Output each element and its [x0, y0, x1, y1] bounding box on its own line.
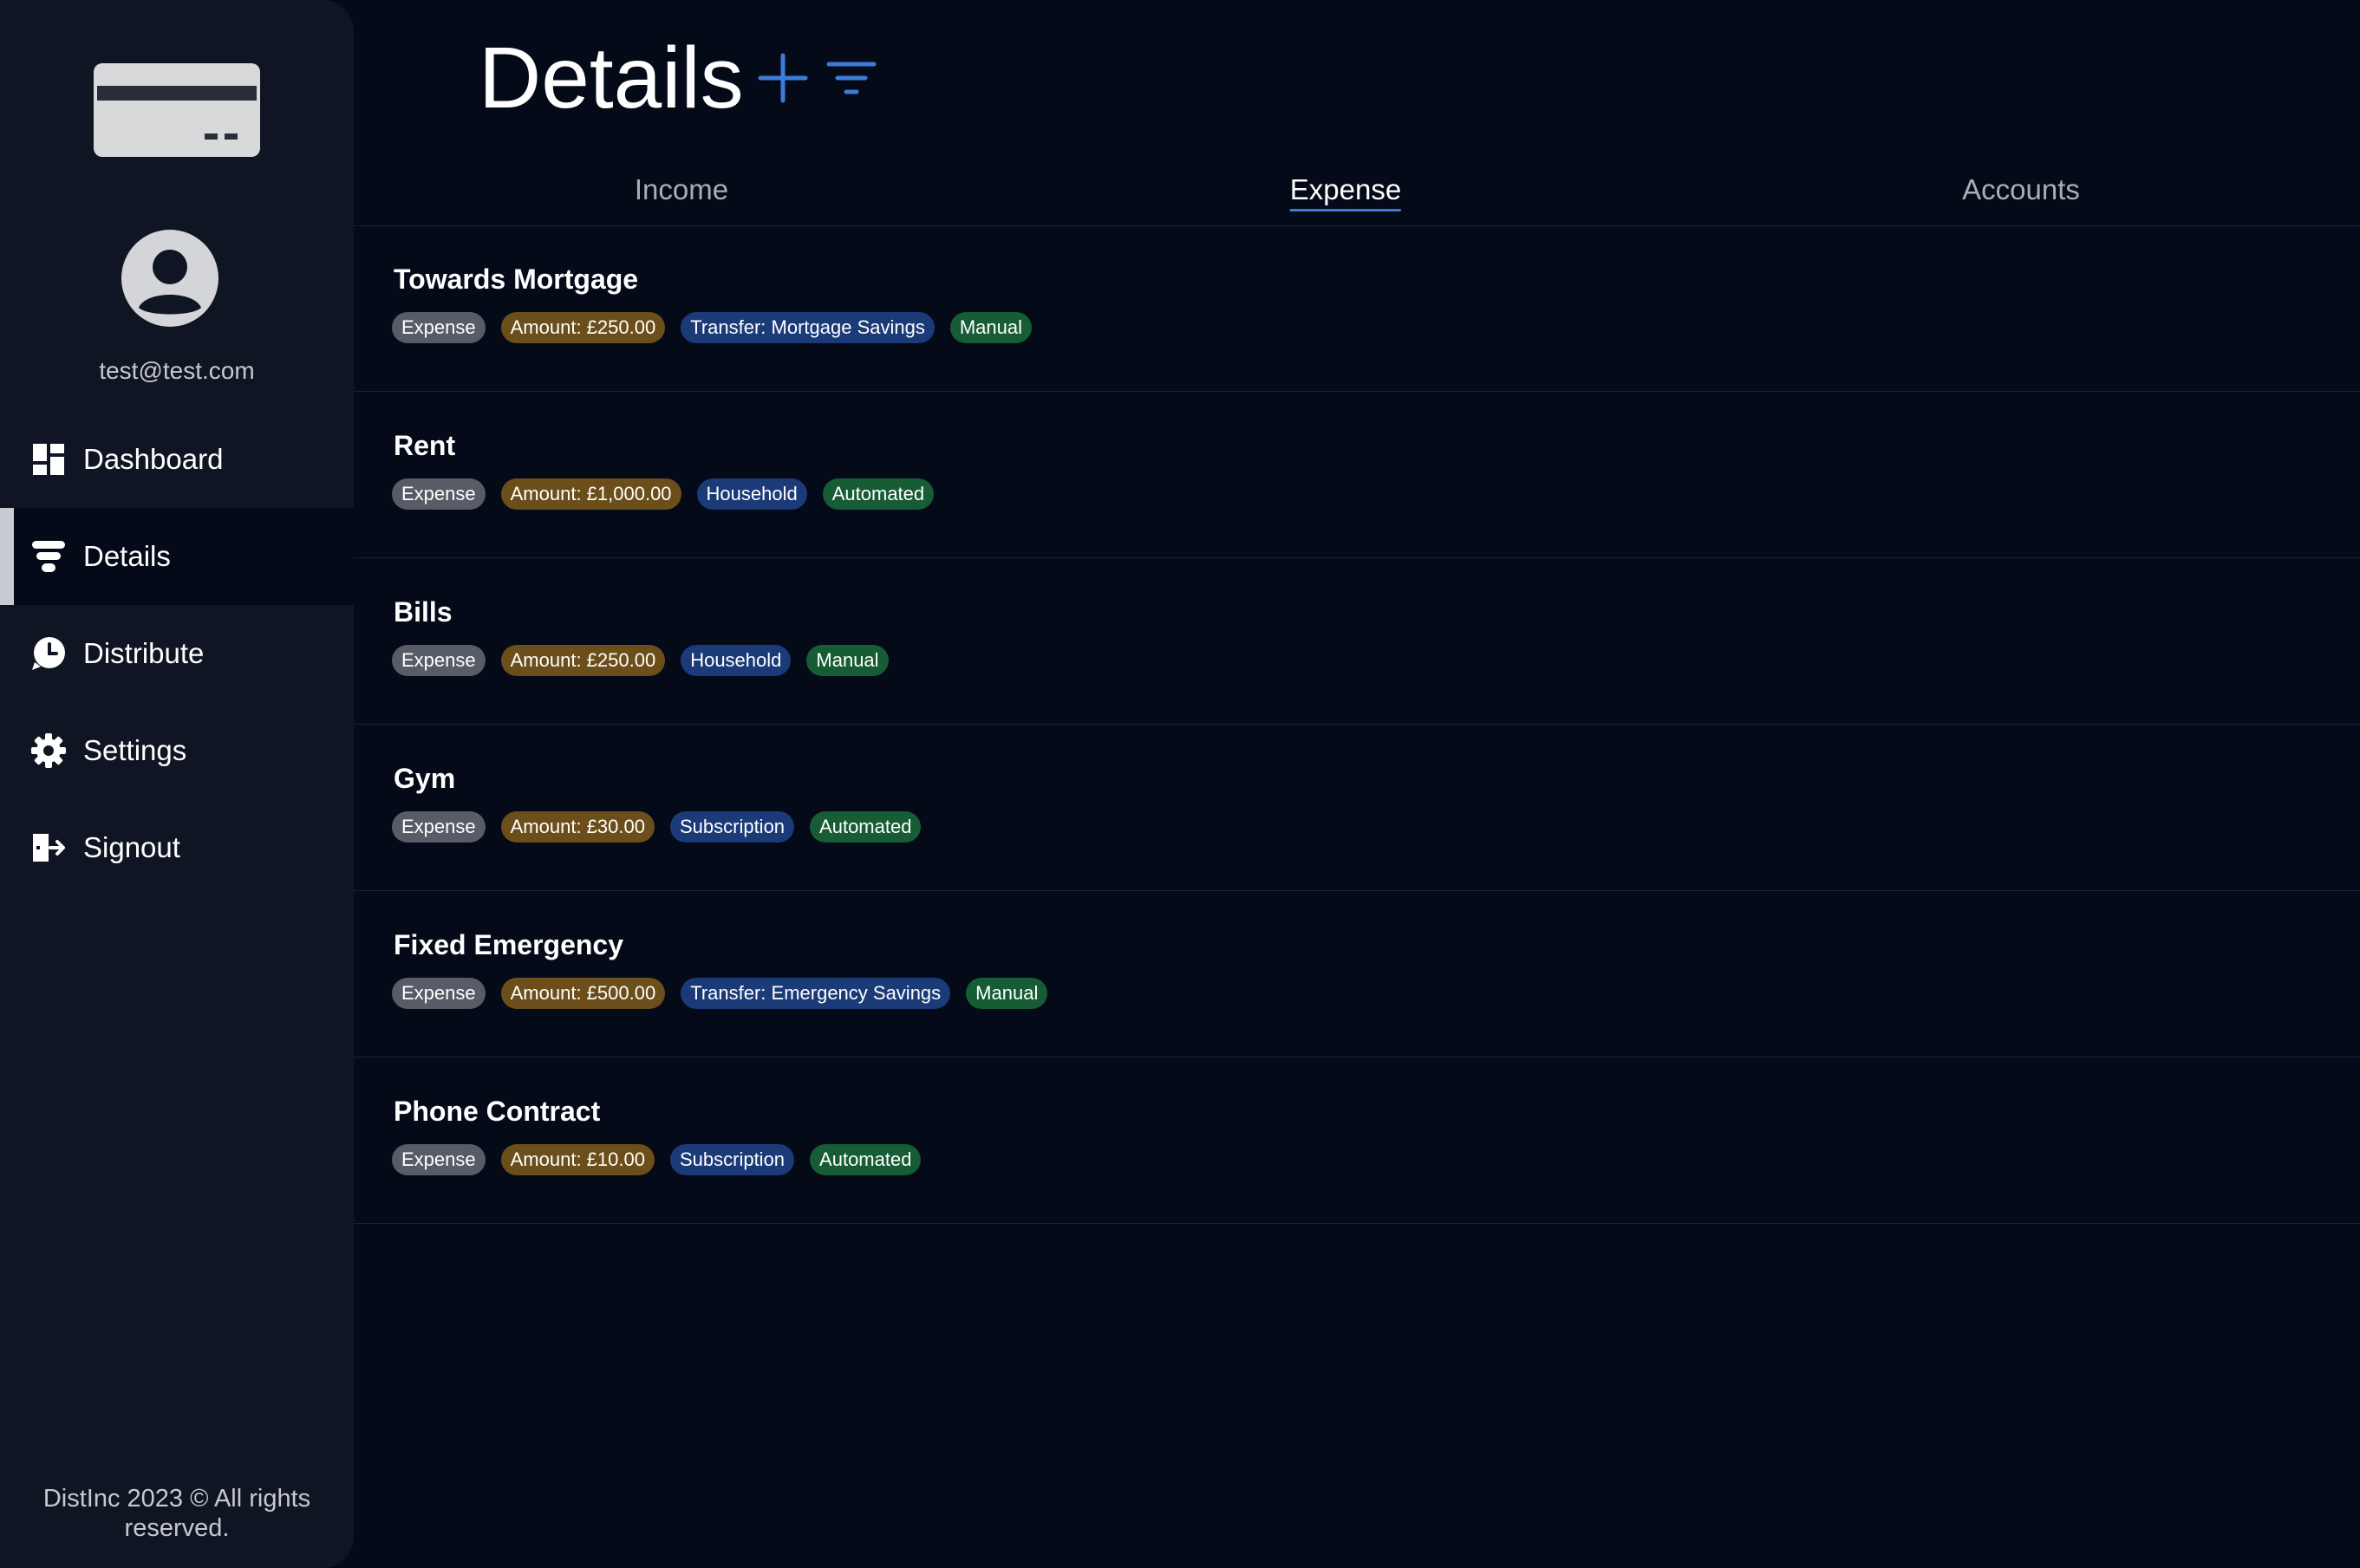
badge-group: Expense Amount: £1,000.00 Household Auto…	[392, 478, 935, 510]
user-email: test@test.com	[99, 357, 255, 384]
user-avatar-icon	[121, 230, 218, 327]
mode-badge: Automated	[810, 1144, 922, 1175]
amount-badge: Amount: £10.00	[500, 1144, 655, 1175]
amount-badge: Amount: £30.00	[500, 811, 655, 843]
filter-lines-icon[interactable]	[825, 54, 877, 102]
item-title: Fixed Emergency	[394, 929, 623, 960]
amount-badge: Amount: £1,000.00	[500, 478, 681, 510]
sidebar-item-details[interactable]: Details	[0, 508, 354, 605]
list-item[interactable]: Phone Contract Expense Amount: £10.00 Su…	[354, 1057, 2360, 1224]
pie-chart-icon	[32, 637, 65, 670]
type-badge: Expense	[392, 1144, 486, 1175]
item-title: Gym	[394, 763, 456, 794]
sidebar-item-settings[interactable]: Settings	[0, 702, 354, 799]
badge-group: Expense Amount: £250.00 Household Manual	[392, 645, 889, 676]
footer-copyright: DistInc 2023 © All rights reserved.	[42, 1485, 311, 1542]
mode-badge: Manual	[806, 645, 889, 676]
badge-group: Expense Amount: £10.00 Subscription Auto…	[392, 1144, 922, 1175]
dashboard-icon	[33, 444, 64, 475]
category-badge: Transfer: Mortgage Savings	[681, 312, 935, 343]
badge-group: Expense Amount: £500.00 Transfer: Emerge…	[392, 978, 1048, 1009]
tab-income[interactable]: Income	[635, 173, 728, 206]
list-item[interactable]: Rent Expense Amount: £1,000.00 Household…	[354, 392, 2360, 558]
category-badge: Household	[696, 478, 807, 510]
mode-badge: Manual	[949, 312, 1032, 343]
sidebar: test@test.com Dashboard Details Distribu…	[0, 0, 354, 1568]
sidebar-item-label: Settings	[83, 734, 187, 766]
page-title: Details	[479, 29, 744, 127]
plus-icon[interactable]	[757, 52, 809, 104]
type-badge: Expense	[392, 478, 486, 510]
item-title: Phone Contract	[394, 1096, 601, 1127]
amount-badge: Amount: £250.00	[500, 645, 666, 676]
sidebar-item-label: Details	[83, 540, 171, 572]
list-item[interactable]: Fixed Emergency Expense Amount: £500.00 …	[354, 891, 2360, 1057]
list-item[interactable]: Towards Mortgage Expense Amount: £250.00…	[354, 225, 2360, 392]
mode-badge: Automated	[810, 811, 922, 843]
item-title: Rent	[394, 430, 456, 461]
sidebar-item-signout[interactable]: Signout	[0, 799, 354, 896]
amount-badge: Amount: £500.00	[500, 978, 666, 1009]
item-title: Towards Mortgage	[394, 264, 639, 295]
category-badge: Household	[681, 645, 792, 676]
sidebar-item-label: Signout	[83, 831, 180, 863]
sidebar-item-label: Dashboard	[83, 443, 224, 475]
sidebar-item-distribute[interactable]: Distribute	[0, 605, 354, 702]
badge-group: Expense Amount: £250.00 Transfer: Mortga…	[392, 312, 1032, 343]
sidebar-item-dashboard[interactable]: Dashboard	[0, 411, 354, 508]
sidebar-item-label: Distribute	[83, 637, 205, 669]
filter-icon	[32, 541, 65, 572]
type-badge: Expense	[392, 312, 486, 343]
tab-bar: Income Expense Accounts	[354, 165, 2360, 226]
type-badge: Expense	[392, 978, 486, 1009]
category-badge: Transfer: Emergency Savings	[681, 978, 951, 1009]
type-badge: Expense	[392, 645, 486, 676]
list-item[interactable]: Bills Expense Amount: £250.00 Household …	[354, 558, 2360, 725]
category-badge: Subscription	[669, 1144, 795, 1175]
amount-badge: Amount: £250.00	[500, 312, 666, 343]
signout-icon	[33, 834, 65, 862]
mode-badge: Automated	[822, 478, 935, 510]
list-item[interactable]: Gym Expense Amount: £30.00 Subscription …	[354, 725, 2360, 891]
main-content: Details Income Expense Accounts Towards …	[354, 0, 2360, 1568]
app: test@test.com Dashboard Details Distribu…	[0, 0, 2360, 1568]
tab-expense[interactable]: Expense	[1289, 173, 1402, 211]
expense-list: Towards Mortgage Expense Amount: £250.00…	[354, 225, 2360, 1224]
item-title: Bills	[394, 596, 453, 628]
tab-accounts[interactable]: Accounts	[1962, 173, 2080, 206]
type-badge: Expense	[392, 811, 486, 843]
category-badge: Subscription	[669, 811, 795, 843]
mode-badge: Manual	[966, 978, 1048, 1009]
credit-card-icon	[94, 63, 260, 157]
badge-group: Expense Amount: £30.00 Subscription Auto…	[392, 811, 922, 843]
gear-icon	[31, 733, 66, 768]
